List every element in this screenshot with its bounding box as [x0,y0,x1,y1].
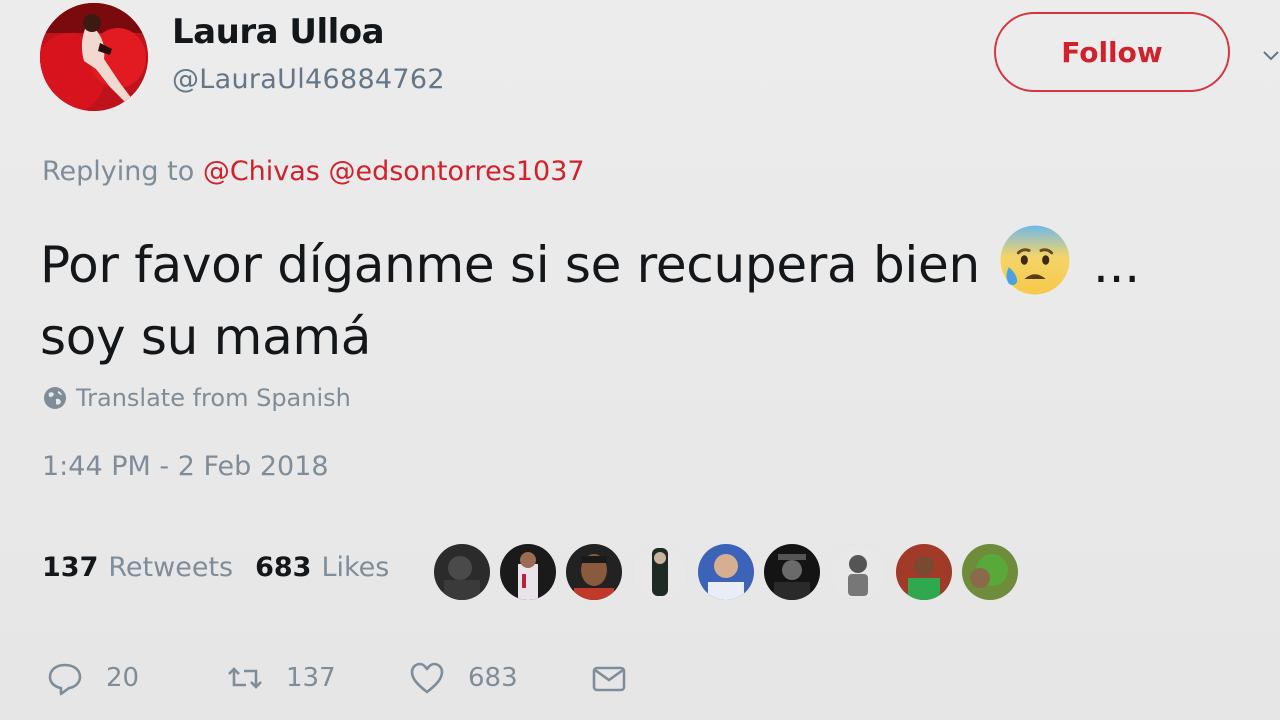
tweet-text: Por favor díganme si se recupera bien ..… [40,222,1240,373]
tweet-line-1: Por favor díganme si se recupera bien ..… [40,222,1240,301]
translate-link[interactable]: Translate from Spanish [42,384,351,412]
retweets-stat[interactable]: 137 Retweets [42,552,233,583]
reply-button[interactable]: 20 [46,659,226,697]
globe-icon [44,387,66,409]
anxious-face-with-sweat-icon [1001,225,1070,295]
user-avatar[interactable] [40,3,148,111]
tweet-line-1-suffix: ... [1093,236,1140,294]
retweet-count: 137 [286,663,336,693]
mention-edsontorres[interactable]: @edsontorres1037 [328,156,584,187]
retweet-button[interactable]: 137 [226,659,408,697]
liker-avatar[interactable] [896,544,952,600]
retweets-label: Retweets [108,552,234,583]
follow-button[interactable]: Follow [994,12,1230,92]
liker-avatar[interactable] [962,544,1018,600]
retweet-icon [228,667,262,689]
heart-icon [410,662,444,694]
like-count: 683 [468,663,518,693]
liker-avatar[interactable] [830,544,886,600]
reply-count: 20 [106,663,140,693]
chevron-down-icon[interactable] [1262,46,1280,64]
tweet-line-2: soy su mamá [40,308,372,366]
tweet-actions: 20 137 683 [46,656,628,700]
like-button[interactable]: 683 [408,659,590,697]
liker-avatar[interactable] [698,544,754,600]
liker-avatars [434,544,1018,600]
likes-stat[interactable]: 683 Likes [255,552,389,583]
liker-avatar[interactable] [764,544,820,600]
liker-avatar[interactable] [434,544,490,600]
avatar-photo [40,3,148,111]
tweet-page: Laura Ulloa @LauraUl46884762 Follow Repl… [0,0,1280,720]
translate-label: Translate from Spanish [76,384,351,412]
retweets-count: 137 [42,552,99,583]
liker-avatar[interactable] [566,544,622,600]
direct-message-button[interactable] [590,659,628,697]
envelope-icon [592,666,626,692]
reply-icon [48,663,82,696]
likes-count: 683 [255,552,312,583]
mention-chivas[interactable]: @Chivas [203,156,320,187]
replying-to-label: Replying to [42,156,195,187]
replying-to-line: Replying to @Chivas @edsontorres1037 [42,156,585,187]
tweet-line-1-text: Por favor díganme si se recupera bien [40,236,980,294]
likes-label: Likes [321,552,390,583]
liker-avatar[interactable] [500,544,556,600]
display-name[interactable]: Laura Ulloa [172,12,385,52]
user-handle[interactable]: @LauraUl46884762 [172,64,445,95]
tweet-stats: 137 Retweets 683 Likes [42,552,411,583]
tweet-timestamp[interactable]: 1:44 PM - 2 Feb 2018 [42,451,329,482]
liker-avatar[interactable] [632,544,688,600]
